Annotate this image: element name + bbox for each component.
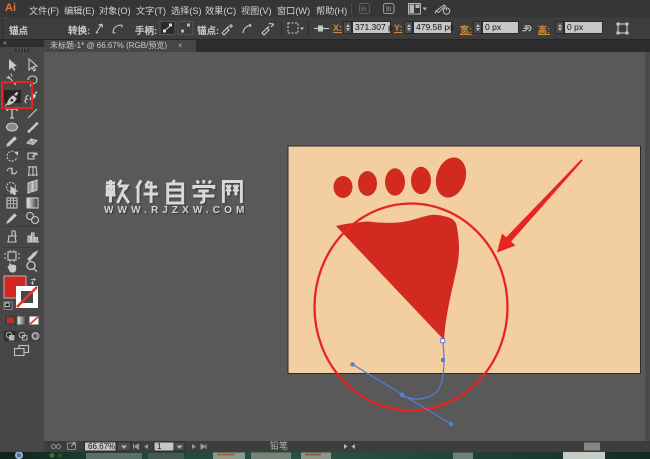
svg-text:66.67%: 66.67% xyxy=(88,442,115,451)
svg-text:1: 1 xyxy=(157,442,162,451)
svg-text:铅笔: 铅笔 xyxy=(270,441,288,451)
